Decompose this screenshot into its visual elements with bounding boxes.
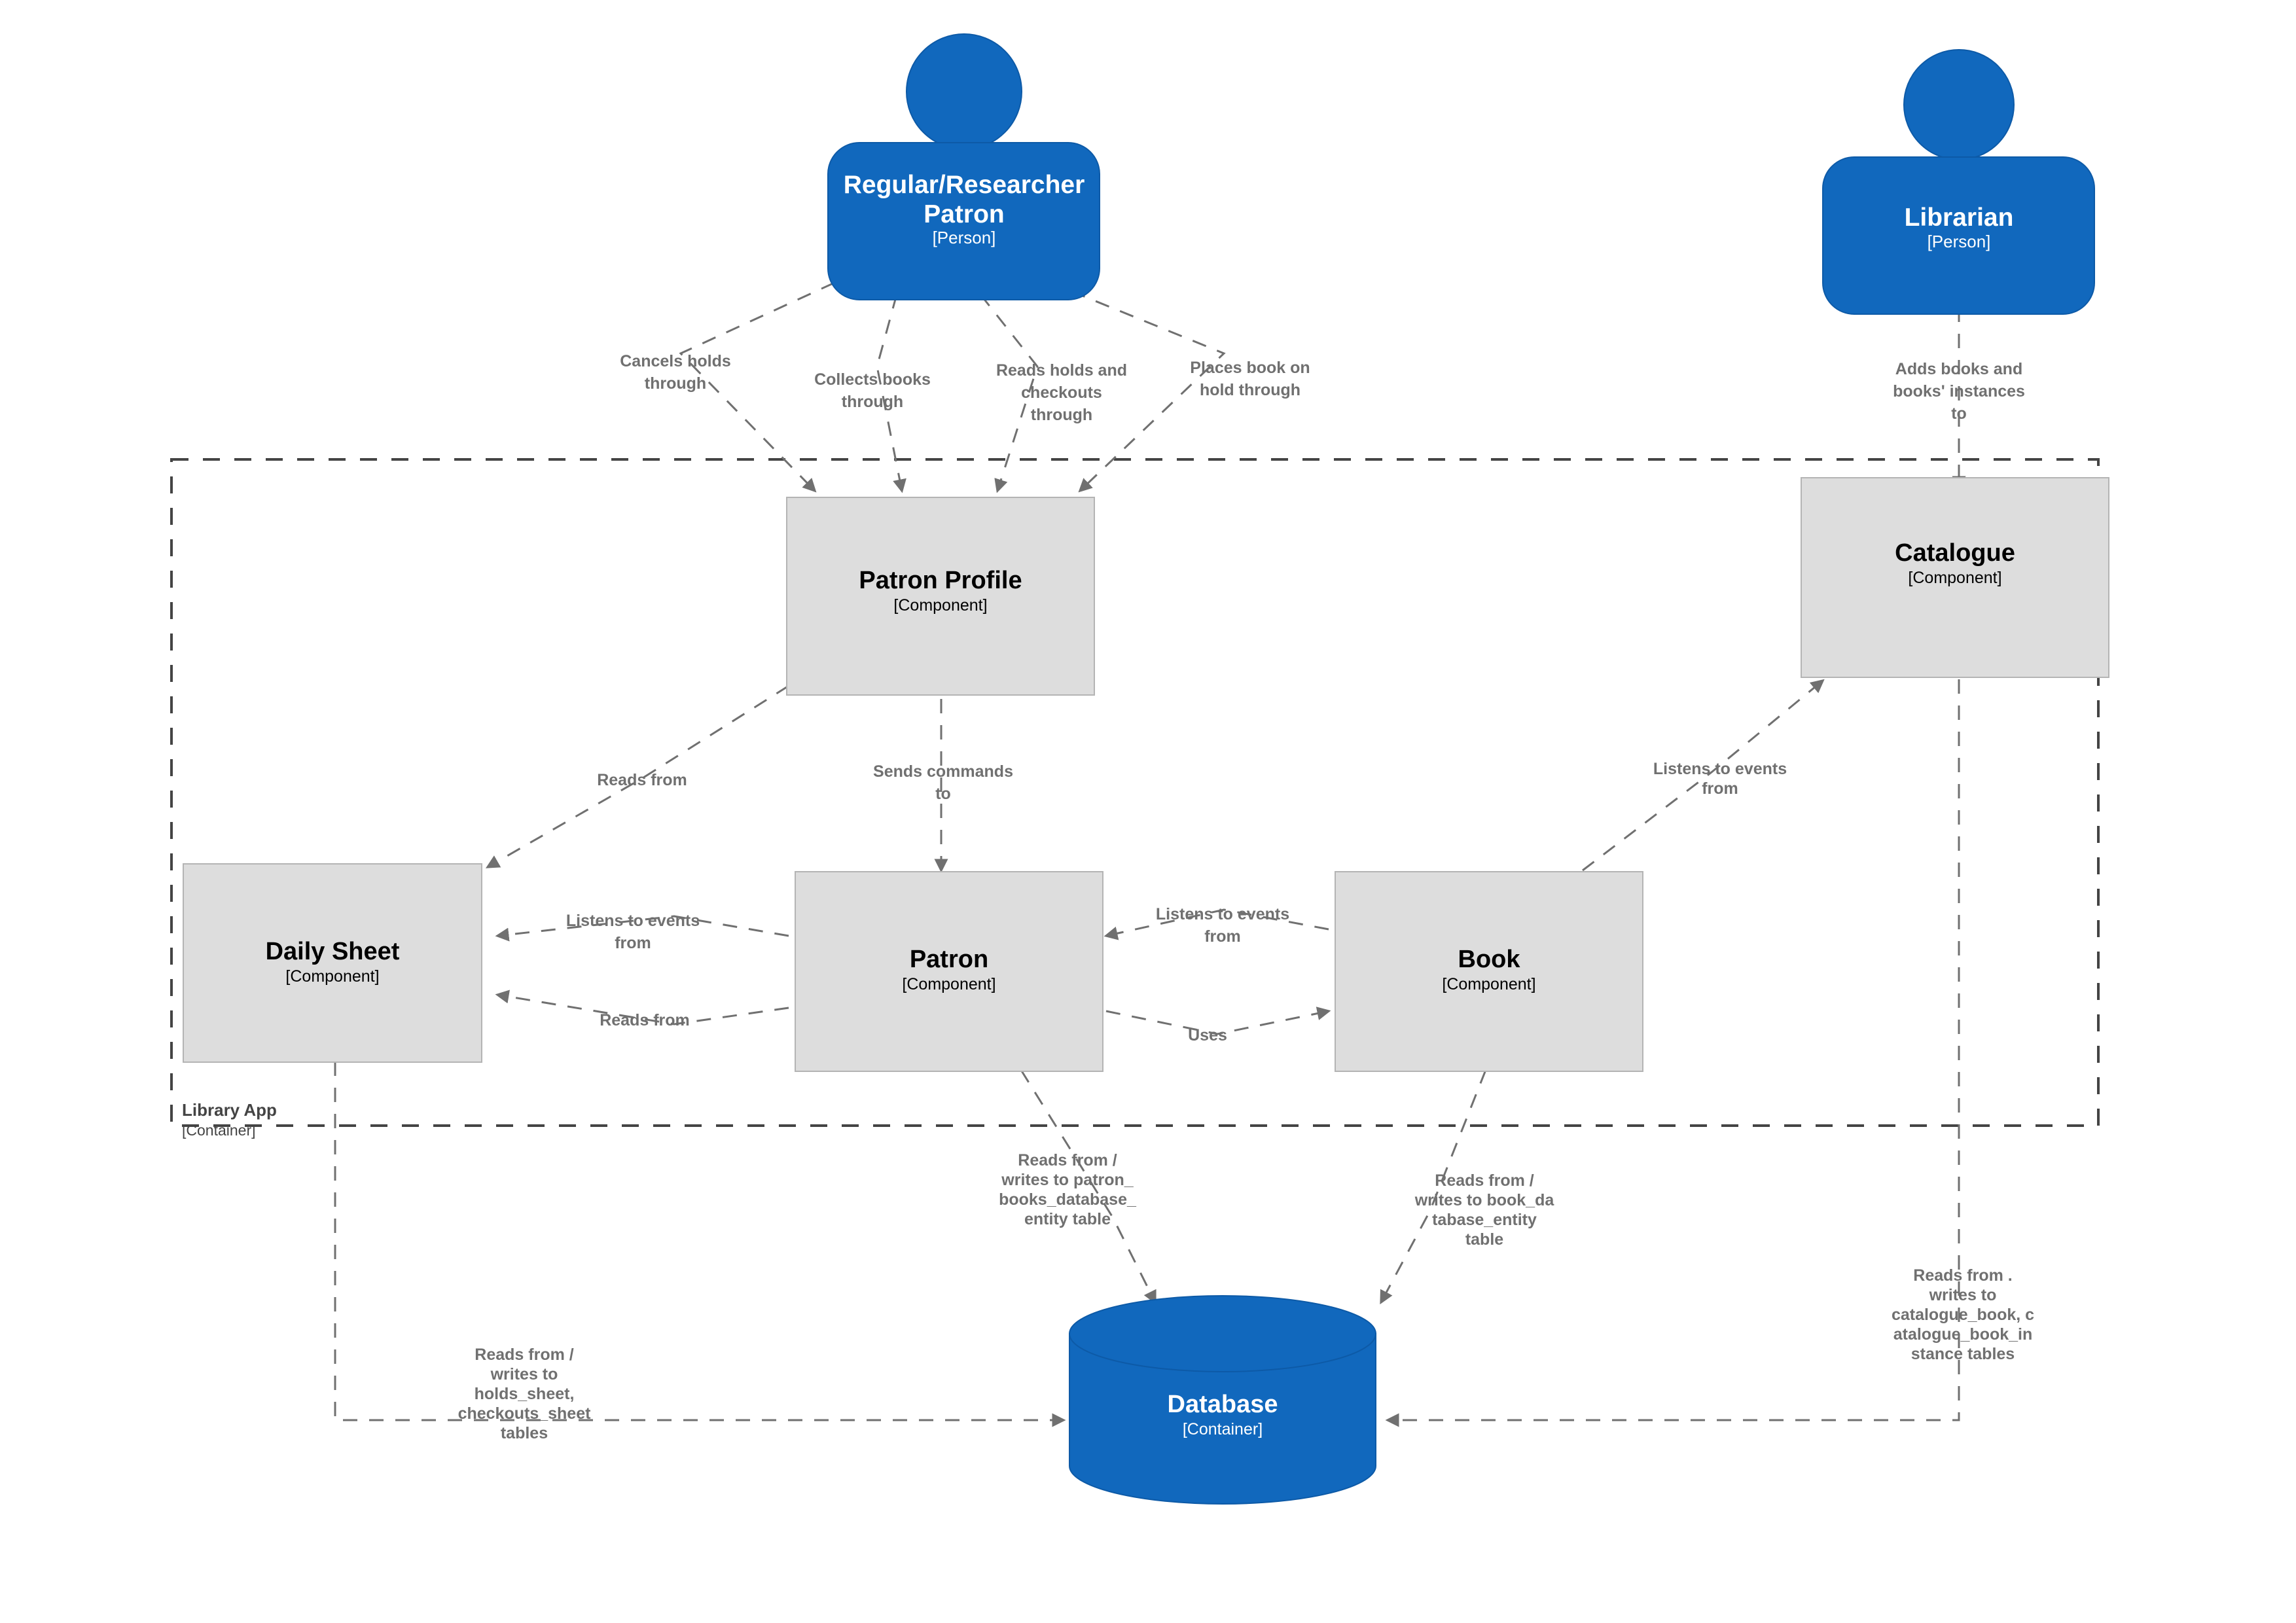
label-line: entity table — [1024, 1210, 1111, 1228]
edge-daily-sheet-to-database — [334, 1061, 1066, 1427]
label-daily-sheet-reads-writes-holds-checkouts-tables: Reads from / writes to holds_sheet, chec… — [458, 1346, 592, 1442]
label-places-book-on-hold-through: Places book on hold through — [1190, 359, 1310, 399]
label-line: table — [1465, 1230, 1503, 1249]
label-line: stance tables — [1911, 1345, 2015, 1363]
label-book-listens-to-events-from: Listens to events from — [1156, 905, 1289, 946]
label-line: books_database_ — [999, 1190, 1137, 1209]
label-collects-books-through: Collects books through — [814, 370, 931, 411]
component-book[interactable]: Book [Component] — [1335, 871, 1643, 1072]
label-line: through — [1031, 406, 1092, 424]
label-line: Uses — [1188, 1026, 1227, 1044]
component-patron-profile[interactable]: Patron Profile [Component] — [786, 497, 1095, 696]
patron-component-title: Patron — [910, 946, 988, 973]
container-database[interactable]: Database [Container] — [1069, 1295, 1376, 1505]
label-line: checkouts — [1021, 383, 1102, 402]
database-tag: [Container] — [1183, 1420, 1263, 1438]
person-regular-researcher-patron[interactable]: Regular/Researcher Patron [Person] — [827, 33, 1100, 300]
label-line: Cancels holds — [620, 352, 731, 370]
book-tag: [Component] — [1442, 975, 1535, 993]
label-line: writes to patron_ — [1001, 1171, 1134, 1189]
patron-head-icon — [906, 33, 1022, 150]
label-line: Adds books and — [1895, 360, 2022, 378]
relationship-labels: Cancels holds through Collects books thr… — [458, 352, 2035, 1442]
label-line: writes to — [1929, 1286, 1997, 1304]
person-librarian[interactable]: Librarian [Person] — [1822, 49, 2095, 315]
librarian-tag: [Person] — [1928, 232, 1991, 251]
label-line: checkouts_sheet — [458, 1404, 592, 1423]
label-line: hold through — [1200, 381, 1300, 399]
label-line: to — [1951, 404, 1967, 423]
label-line: through — [842, 393, 903, 411]
diagram-svg: Library App [Container] Regular/Research… — [170, 33, 2109, 1505]
label-book-reads-writes-book-database-entity: Reads from / writes to book_da tabase_en… — [1414, 1171, 1555, 1249]
component-daily-sheet[interactable]: Daily Sheet [Component] — [183, 863, 482, 1063]
patron-tag: [Person] — [933, 228, 996, 247]
label-reads-holds-and-checkouts-through: Reads holds and checkouts through — [996, 361, 1127, 424]
label-line: tables — [501, 1424, 548, 1442]
label-line: catalogue_book, c — [1892, 1306, 2034, 1324]
patron-component-tag: [Component] — [902, 975, 996, 993]
label-line: Reads from — [597, 771, 687, 789]
label-line: tabase_entity — [1432, 1211, 1537, 1229]
label-uses: Uses — [1188, 1026, 1227, 1044]
database-title: Database — [1168, 1391, 1278, 1418]
component-catalogue[interactable]: Catalogue [Component] — [1801, 477, 2109, 678]
database-cylinder-top — [1069, 1295, 1376, 1372]
label-line: holds_sheet, — [475, 1385, 575, 1403]
label-line: Listens to events — [1653, 760, 1787, 778]
label-line: Reads from / — [1435, 1171, 1534, 1190]
librarian-name: Librarian — [1905, 204, 2014, 232]
patron-name-line2: Patron — [924, 200, 1005, 228]
patron-name-line1: Regular/Researcher — [844, 171, 1085, 199]
label-adds-books-and-instances-to: Adds books and books' instances to — [1893, 360, 2025, 423]
book-title: Book — [1458, 946, 1521, 973]
daily-sheet-title: Daily Sheet — [266, 938, 400, 965]
label-line: from — [1204, 927, 1241, 946]
label-line: Places book on — [1190, 359, 1310, 377]
label-line: Reads from / — [475, 1346, 573, 1364]
component-patron[interactable]: Patron [Component] — [795, 871, 1103, 1072]
catalogue-tag: [Component] — [1908, 569, 2001, 587]
label-line: Reads holds and — [996, 361, 1127, 380]
label-line: Reads from . — [1913, 1266, 2012, 1285]
label-line: Listens to events — [1156, 905, 1289, 923]
label-line: from — [1702, 779, 1738, 798]
label-line: books' instances — [1893, 382, 2025, 401]
label-line: through — [645, 374, 706, 393]
label-catalogue-listens-to-events-from: Listens to events from — [1653, 760, 1787, 798]
label-line: from — [615, 934, 651, 952]
label-patron-reads-writes-patron-books-database-entity: Reads from / writes to patron_ books_dat… — [999, 1151, 1137, 1228]
librarian-head-icon — [1903, 49, 2015, 160]
boundary-title: Library App — [182, 1100, 277, 1120]
label-catalogue-reads-writes-catalogue-tables: Reads from . writes to catalogue_book, c… — [1892, 1266, 2034, 1363]
label-line: Sends commands — [873, 762, 1013, 781]
c4-component-diagram-canvas: Library App [Container] Regular/Research… — [0, 0, 2296, 1623]
label-line: Collects books — [814, 370, 931, 389]
label-sends-commands-to: Sends commands to — [873, 762, 1013, 803]
label-line: Listens to events — [566, 912, 700, 930]
catalogue-title: Catalogue — [1895, 539, 2015, 567]
relationship-lines — [334, 280, 1966, 1427]
label-patron-reads-from-daily-sheet: Reads from — [600, 1011, 690, 1029]
boundary-tag: [Container] — [182, 1122, 256, 1139]
label-line: Reads from — [600, 1011, 690, 1029]
label-line: writes to — [490, 1365, 558, 1383]
label-line: to — [935, 785, 951, 803]
patron-profile-title: Patron Profile — [859, 567, 1022, 594]
label-line: writes to book_da — [1414, 1191, 1555, 1209]
daily-sheet-tag: [Component] — [285, 967, 379, 986]
label-daily-sheet-listens-to-events-from: Listens to events from — [566, 912, 700, 952]
label-line: Reads from / — [1018, 1151, 1117, 1169]
label-line: atalogue_book_in — [1893, 1325, 2033, 1344]
patron-profile-tag: [Component] — [893, 596, 987, 615]
label-profile-reads-from: Reads from — [597, 771, 687, 789]
